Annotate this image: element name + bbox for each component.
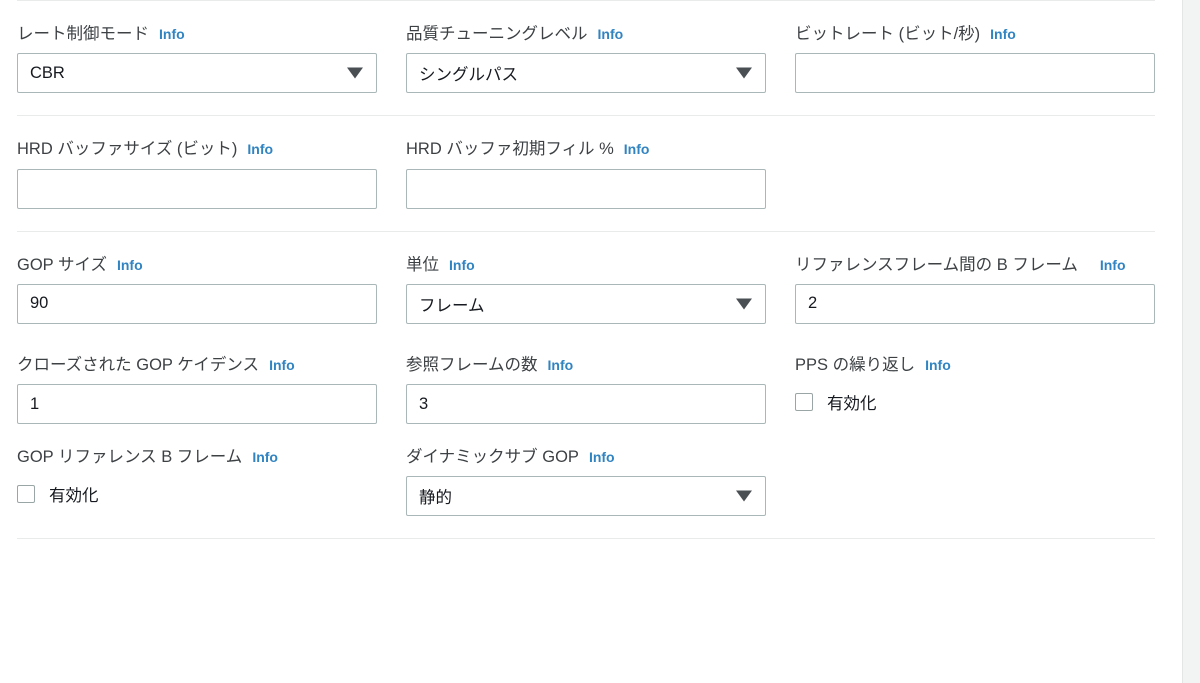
label-hrd-buffer-initial-fill: HRD バッファ初期フィル % Info	[406, 140, 650, 159]
select-rate-control-mode-value[interactable]: CBR	[17, 53, 377, 94]
input-gop-size[interactable]	[17, 283, 377, 324]
info-link-gop-size-units[interactable]: Info	[449, 257, 475, 273]
checkbox-gop-reference-b-frame-box[interactable]	[17, 485, 35, 504]
label-number-of-reference-frames: 参照フレームの数 Info	[406, 355, 574, 374]
input-hrd-buffer-initial-fill[interactable]	[406, 168, 766, 209]
label-bitrate: ビットレート (ビット/秒) Info	[795, 25, 1016, 43]
field-hrd-buffer-initial-fill: HRD バッファ初期フィル % Info	[406, 138, 766, 209]
field-gop-size: GOP サイズ Info	[17, 254, 377, 324]
input-number-of-reference-frames[interactable]	[406, 384, 766, 425]
field-closed-gop-cadence: クローズされた GOP ケイデンス Info	[17, 354, 377, 425]
checkbox-gop-reference-b-frame-label[interactable]: 有効化	[49, 482, 99, 506]
info-link-bitrate[interactable]: Info	[990, 26, 1016, 42]
encoding-settings-form-page: レート制御モード Info CBR 品質チューニングレベル Info シングルパス	[0, 0, 1200, 683]
info-link-hrd-buffer-initial-fill[interactable]: Info	[624, 141, 650, 157]
form-row-hrd-buffer: HRD バッファサイズ (ビット) Info HRD バッファ初期フィル % Inf…	[0, 138, 1182, 209]
input-bitrate[interactable]	[795, 53, 1155, 94]
select-gop-size-units[interactable]: フレーム	[406, 283, 766, 324]
field-rate-control-mode: レート制御モード Info CBR	[17, 23, 377, 94]
label-gop-size-units: 単位 Info	[406, 255, 475, 274]
info-link-gop-size[interactable]: Info	[117, 257, 143, 273]
checkbox-pps-repetition-box[interactable]	[795, 393, 813, 412]
checkbox-pps-repetition-label[interactable]: 有効化	[827, 390, 877, 414]
select-dynamic-sub-gop-value[interactable]: 静的	[406, 476, 766, 517]
field-dynamic-sub-gop: ダイナミックサブ GOP Info 静的	[406, 446, 766, 517]
select-gop-size-units-value[interactable]: フレーム	[406, 283, 766, 324]
checkbox-gop-reference-b-frame[interactable]: 有効化	[17, 474, 377, 514]
label-hrd-buffer-size: HRD バッファサイズ (ビット) Info	[17, 140, 274, 159]
info-link-quality-tuning-level[interactable]: Info	[598, 26, 624, 42]
input-closed-gop-cadence[interactable]	[17, 384, 377, 425]
label-rate-control-mode: レート制御モード Info	[17, 25, 185, 43]
field-number-of-reference-frames: 参照フレームの数 Info	[406, 354, 766, 425]
info-link-pps-repetition[interactable]: Info	[925, 357, 951, 373]
scrollbar-track[interactable]	[1182, 0, 1200, 683]
checkbox-pps-repetition[interactable]: 有効化	[795, 382, 1155, 422]
info-link-number-of-reference-frames[interactable]: Info	[548, 357, 574, 373]
input-hrd-buffer-size[interactable]	[17, 168, 377, 209]
settings-form: レート制御モード Info CBR 品質チューニングレベル Info シングルパス	[0, 0, 1182, 683]
form-row-gop-1: GOP サイズInfo 単位Info フレーム リファレンスフレーム間の B フ…	[0, 254, 1182, 324]
info-link-hrd-buffer-size[interactable]: Info	[247, 141, 273, 157]
field-bitrate: ビットレート (ビット/秒) Info	[795, 23, 1155, 94]
form-row-rate-control: レート制御モード Info CBR 品質チューニングレベル Info シングルパス	[0, 23, 1182, 94]
select-rate-control-mode[interactable]: CBR	[17, 53, 377, 94]
field-quality-tuning-level: 品質チューニングレベル Info シングルパス	[406, 23, 766, 94]
label-dynamic-sub-gop: ダイナミックサブ GOP Info	[406, 448, 615, 467]
label-b-frames-between-reference-frames: リファレンスフレーム間の B フレーム Info	[795, 255, 1126, 275]
select-dynamic-sub-gop[interactable]: 静的	[406, 476, 766, 517]
info-link-closed-gop-cadence[interactable]: Info	[269, 357, 295, 373]
label-closed-gop-cadence: クローズされた GOP ケイデンス Info	[17, 355, 295, 374]
field-gop-size-units: 単位 Info フレーム	[406, 254, 766, 324]
form-row-gop-3: GOP リファレンス B フレーム Info 有効化 ダイナミックサブ GOP In…	[0, 446, 1182, 517]
label-gop-reference-b-frame: GOP リファレンス B フレーム Info	[17, 448, 278, 467]
label-pps-repetition: PPS の繰り返し Info	[795, 355, 951, 374]
field-hrd-buffer-size: HRD バッファサイズ (ビット) Info	[17, 138, 377, 209]
form-row-gop-2: クローズされた GOP ケイデンスInfo 参照フレームの数Info PPS の…	[0, 354, 1182, 425]
info-link-dynamic-sub-gop[interactable]: Info	[589, 449, 615, 465]
select-quality-tuning-level-value[interactable]: シングルパス	[406, 53, 766, 94]
info-link-rate-control-mode[interactable]: Info	[159, 26, 185, 42]
select-quality-tuning-level[interactable]: シングルパス	[406, 53, 766, 94]
field-pps-repetition: PPS の繰り返し Info 有効化	[795, 354, 1155, 424]
info-link-b-frames-between-reference-frames[interactable]: Info	[1100, 256, 1126, 275]
label-gop-size: GOP サイズ Info	[17, 255, 143, 274]
label-quality-tuning-level: 品質チューニングレベル Info	[406, 25, 624, 43]
field-gop-reference-b-frame: GOP リファレンス B フレーム Info 有効化	[17, 446, 377, 516]
section-divider-3	[17, 538, 1155, 540]
input-b-frames-between-reference-frames[interactable]	[795, 283, 1155, 324]
info-link-gop-reference-b-frame[interactable]: Info	[252, 449, 278, 465]
field-b-frames-between-reference-frames: リファレンスフレーム間の B フレーム Info	[795, 254, 1155, 324]
